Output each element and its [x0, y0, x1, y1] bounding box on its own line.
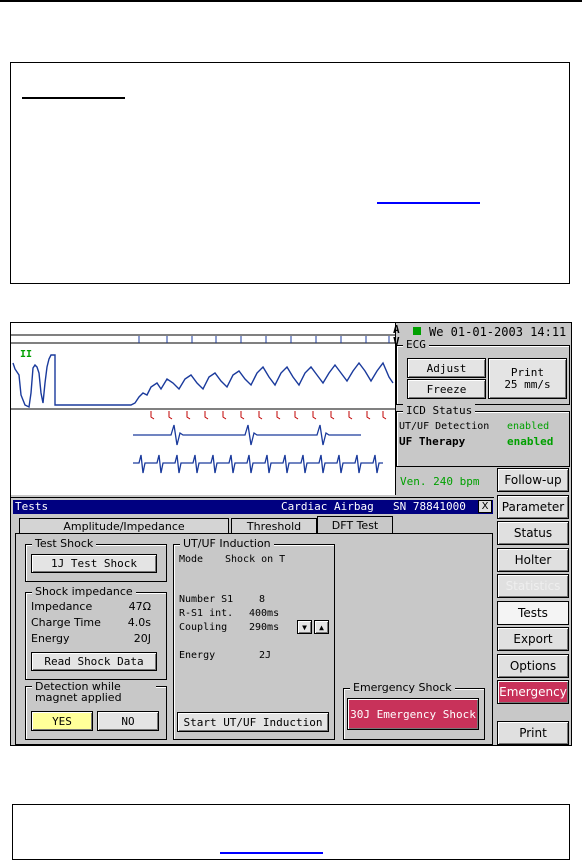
coupling-down-icon[interactable]: ▼ [297, 620, 312, 634]
ecg-trace-svg [11, 334, 395, 474]
tests-window: Tests Cardiac Airbag SN 78841000 X Ampli… [11, 497, 494, 745]
print-speed-button[interactable]: Print 25 mm/s [488, 358, 567, 399]
energy-value: 20J [133, 632, 151, 645]
coupling-value: 290ms [249, 622, 280, 633]
tests-titlebar: Tests Cardiac Airbag SN 78841000 X [13, 500, 493, 514]
mode-value: Shock on T [225, 554, 286, 565]
vf-therapy-label: UF Therapy [399, 435, 466, 448]
magnet-yes-button[interactable]: YES [31, 711, 93, 731]
vtvf-detection-value: enabled [507, 421, 550, 432]
freeze-button[interactable]: Freeze [407, 379, 486, 399]
sidebar-item-export[interactable]: Export [497, 627, 569, 651]
tab-dft-test[interactable]: DFT Test [317, 516, 393, 533]
close-icon[interactable]: X [478, 500, 492, 513]
sidebar-item-print[interactable]: Print [497, 721, 569, 745]
upper-box-link-underline[interactable] [377, 202, 480, 204]
test-shock-title: Test Shock [32, 537, 97, 550]
sidebar-item-emergency[interactable]: Emergency [497, 680, 569, 704]
number-s1-label: Number S1 [179, 594, 234, 605]
ecg-group-title: ECG [403, 338, 429, 351]
device-screen: II A V We 01-01-2003 14:11 ECG Adjust Fr… [10, 322, 572, 746]
mode-label: Mode [179, 554, 204, 565]
rs1-interval-label: R-S1 int. [179, 608, 234, 619]
shock-impedance-title: Shock impedance [32, 585, 136, 598]
lead-ii-label: II [20, 349, 33, 360]
tests-window-title: Tests [15, 500, 49, 513]
emergency-shock-button[interactable]: 30J Emergency Shock [347, 698, 479, 730]
charge-time-label: Charge Time [31, 616, 101, 629]
upper-text-box [10, 62, 570, 284]
induction-group: UT/UF Induction [173, 537, 335, 740]
impedance-label: Impedance [31, 600, 93, 613]
vtvf-detection-label: UT/UF Detection [399, 421, 490, 432]
icd-status-title: ICD Status [403, 404, 476, 417]
start-induction-button[interactable]: Start UT/UF Induction [177, 712, 329, 732]
emergency-shock-title: Emergency Shock [350, 681, 455, 694]
sidebar-item-statistics[interactable]: Statistics [497, 574, 569, 598]
status-led-icon [413, 327, 421, 335]
ecg-panel: II [11, 323, 396, 495]
coupling-label: Coupling [179, 622, 228, 633]
sidebar-item-holter[interactable]: Holter [497, 548, 569, 572]
magnet-title: Detection while magnet applied [32, 681, 156, 703]
sidebar-item-tests[interactable]: Tests [497, 601, 569, 625]
coupling-up-icon[interactable]: ▲ [314, 620, 329, 634]
number-s1-value: 8 [259, 594, 266, 605]
sidebar-item-status[interactable]: Status [497, 521, 569, 545]
vf-therapy-value: enabled [507, 435, 554, 448]
device-name: Cardiac Airbag [281, 500, 374, 513]
charge-time-value: 4.0s [127, 616, 151, 629]
energy-label: Energy [31, 632, 70, 645]
tab-threshold[interactable]: Threshold [231, 518, 317, 533]
magnet-no-button[interactable]: NO [97, 711, 159, 731]
device-serial: SN 78841000 [393, 500, 466, 513]
sidebar-item-parameter[interactable]: Parameter [497, 495, 569, 519]
test-shock-button[interactable]: 1J Test Shock [31, 554, 157, 573]
read-shock-data-button[interactable]: Read Shock Data [31, 652, 157, 671]
impedance-value: 47Ω [128, 600, 151, 613]
ventricular-rate: Ven. 240 bpm [400, 475, 480, 488]
page-top-rule [0, 0, 582, 2]
induction-energy-value: 2J [259, 650, 272, 661]
lower-box-link-underline[interactable] [220, 852, 323, 854]
sidebar-item-follow-up[interactable]: Follow-up [497, 468, 569, 492]
sidebar-item-options[interactable]: Options [497, 654, 569, 678]
tab-amplitude-impedance[interactable]: Amplitude/Impedance [19, 518, 229, 533]
adjust-button[interactable]: Adjust [407, 358, 486, 378]
datetime-display: We 01-01-2003 14:11 [429, 325, 567, 339]
induction-energy-label: Energy [179, 650, 216, 661]
induction-title: UT/UF Induction [180, 537, 274, 550]
upper-box-underline [22, 97, 125, 99]
rs1-interval-value: 400ms [249, 608, 280, 619]
